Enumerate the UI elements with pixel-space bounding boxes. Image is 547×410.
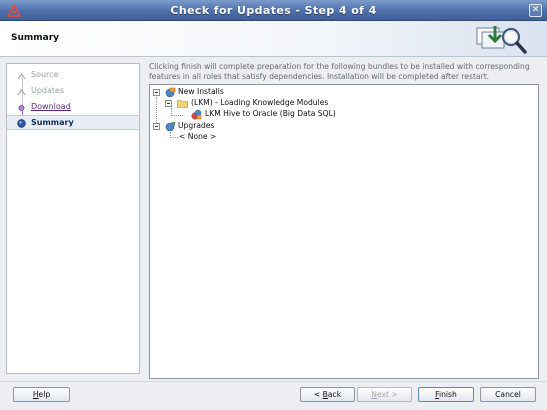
globe-package-icon — [165, 87, 176, 98]
footer-divider — [0, 381, 547, 382]
cancel-button[interactable]: Cancel — [480, 387, 536, 402]
step-current-icon — [17, 119, 26, 128]
folder-icon — [177, 100, 188, 108]
tree-node-label: < None > — [179, 132, 217, 141]
page-title: Summary — [11, 33, 60, 43]
tree-node-label: LKM Hive to Oracle (Big Data SQL) — [205, 109, 336, 118]
collapse-icon[interactable] — [153, 123, 160, 130]
update-magnifier-icon — [476, 26, 527, 54]
tree-connector — [171, 115, 183, 116]
collapse-icon[interactable] — [165, 100, 172, 107]
step-download[interactable]: Download — [7, 100, 139, 115]
tree-connector — [170, 137, 178, 138]
summary-description: Clicking finish will complete preparatio… — [149, 62, 530, 81]
step-label: Summary — [31, 118, 74, 127]
close-button[interactable]: ✕ — [529, 4, 542, 17]
module-package-icon — [191, 109, 202, 120]
step-summary[interactable]: Summary — [7, 115, 139, 130]
wizard-header: Summary — [0, 21, 547, 57]
step-visited-icon — [18, 105, 25, 111]
window-title: Check for Updates - Step 4 of 4 — [170, 4, 377, 17]
step-label: Source — [31, 70, 59, 79]
help-button[interactable]: Help — [13, 387, 70, 402]
back-button[interactable]: < Back — [300, 387, 355, 402]
tree-node-label: New Installs — [178, 87, 224, 96]
step-done-icon — [17, 88, 26, 96]
steps-panel: Source Updates Download Summary — [6, 63, 140, 374]
step-updates[interactable]: Updates — [7, 84, 139, 99]
title-bar: Check for Updates - Step 4 of 4 ✕ — [0, 0, 547, 21]
next-button[interactable]: Next > — [357, 387, 412, 402]
close-icon[interactable]: ✕ — [532, 5, 540, 15]
globe-upgrade-icon — [165, 122, 175, 132]
step-label: Updates — [31, 86, 65, 95]
step-done-icon — [17, 72, 26, 80]
tree-node-label: (LKM) - Loading Knowledge Modules — [191, 98, 329, 107]
bundle-tree[interactable]: New Installs (LKM) - Loading Knowledge M… — [149, 84, 539, 379]
step-source[interactable]: Source — [7, 68, 139, 83]
step-label[interactable]: Download — [31, 102, 71, 111]
finish-button[interactable]: Finish — [418, 387, 474, 402]
tree-node-label: Upgrades — [178, 121, 215, 130]
collapse-icon[interactable] — [153, 89, 160, 96]
